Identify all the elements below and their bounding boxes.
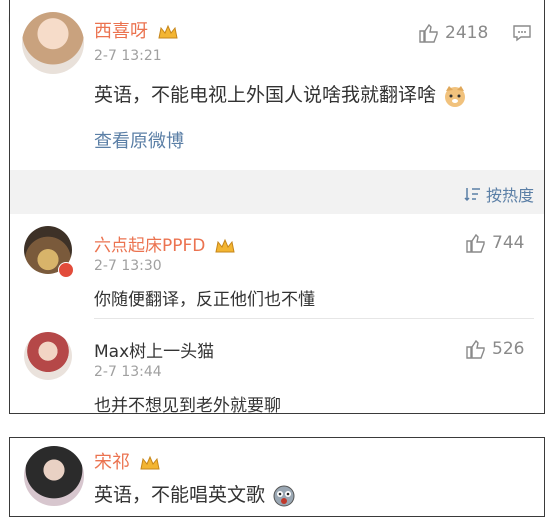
like-count: 526: [492, 339, 525, 359]
like-button[interactable]: 744: [464, 232, 524, 254]
sort-button[interactable]: 按热度: [464, 182, 534, 206]
verified-badge-icon: [58, 262, 74, 278]
shocked-emoji-icon: [273, 485, 295, 506]
thumbs-up-icon: [466, 233, 485, 253]
like-count: 744: [492, 233, 525, 253]
comment-text: 也并不想见到老外就要聊: [94, 396, 281, 416]
comment-text-row: 英语，不能电视上外国人说啥我就翻译啥: [94, 80, 468, 107]
avatar[interactable]: [24, 446, 84, 506]
thumbs-up-icon: [466, 339, 485, 359]
username[interactable]: 西喜呀: [94, 21, 148, 42]
username[interactable]: 六点起床PPFD: [94, 236, 205, 256]
like-button[interactable]: 526: [464, 338, 524, 360]
view-original-link[interactable]: 查看原微博: [94, 127, 184, 153]
username[interactable]: 宋祁: [94, 452, 130, 473]
comment-icon: [513, 25, 531, 42]
like-button[interactable]: 2418: [417, 22, 488, 44]
comment-panel: 宋祁 英语，不能唱英文歌: [9, 437, 545, 517]
reply-username-row[interactable]: 六点起床PPFD: [94, 231, 235, 256]
bottom-comment-username-row[interactable]: 宋祁: [94, 448, 160, 474]
sort-icon: [464, 188, 480, 202]
crown-badge-icon: [158, 24, 178, 39]
reply-button[interactable]: [512, 24, 532, 46]
top-comment-username-row[interactable]: 西喜呀: [94, 17, 178, 43]
comment-text: 英语，不能电视上外国人说啥我就翻译啥: [94, 84, 437, 106]
timestamp: 2-7 13:30: [94, 258, 162, 274]
crown-badge-icon: [140, 455, 160, 470]
sort-bar: 按热度: [10, 170, 544, 214]
thumbs-up-icon: [419, 23, 438, 43]
avatar[interactable]: [22, 12, 84, 74]
like-count: 2418: [445, 23, 489, 43]
comment-text: 你随便翻译，反正他们也不懂: [94, 290, 315, 310]
timestamp: 2-7 13:44: [94, 364, 162, 380]
comment-text: 英语，不能唱英文歌: [94, 484, 266, 506]
comment-panel: 西喜呀 2-7 13:21 2418 英语，不能电视上外国人说啥我就翻译啥 查看…: [9, 0, 545, 416]
sort-label: 按热度: [485, 186, 534, 205]
avatar[interactable]: [24, 332, 72, 380]
divider: [94, 318, 534, 319]
crown-badge-icon: [215, 238, 235, 253]
username[interactable]: Max树上一头猫: [94, 337, 214, 362]
comment-text-row: 英语，不能唱英文歌: [94, 480, 297, 508]
timestamp: 2-7 13:21: [94, 48, 162, 64]
doge-emoji-icon: [445, 85, 466, 107]
